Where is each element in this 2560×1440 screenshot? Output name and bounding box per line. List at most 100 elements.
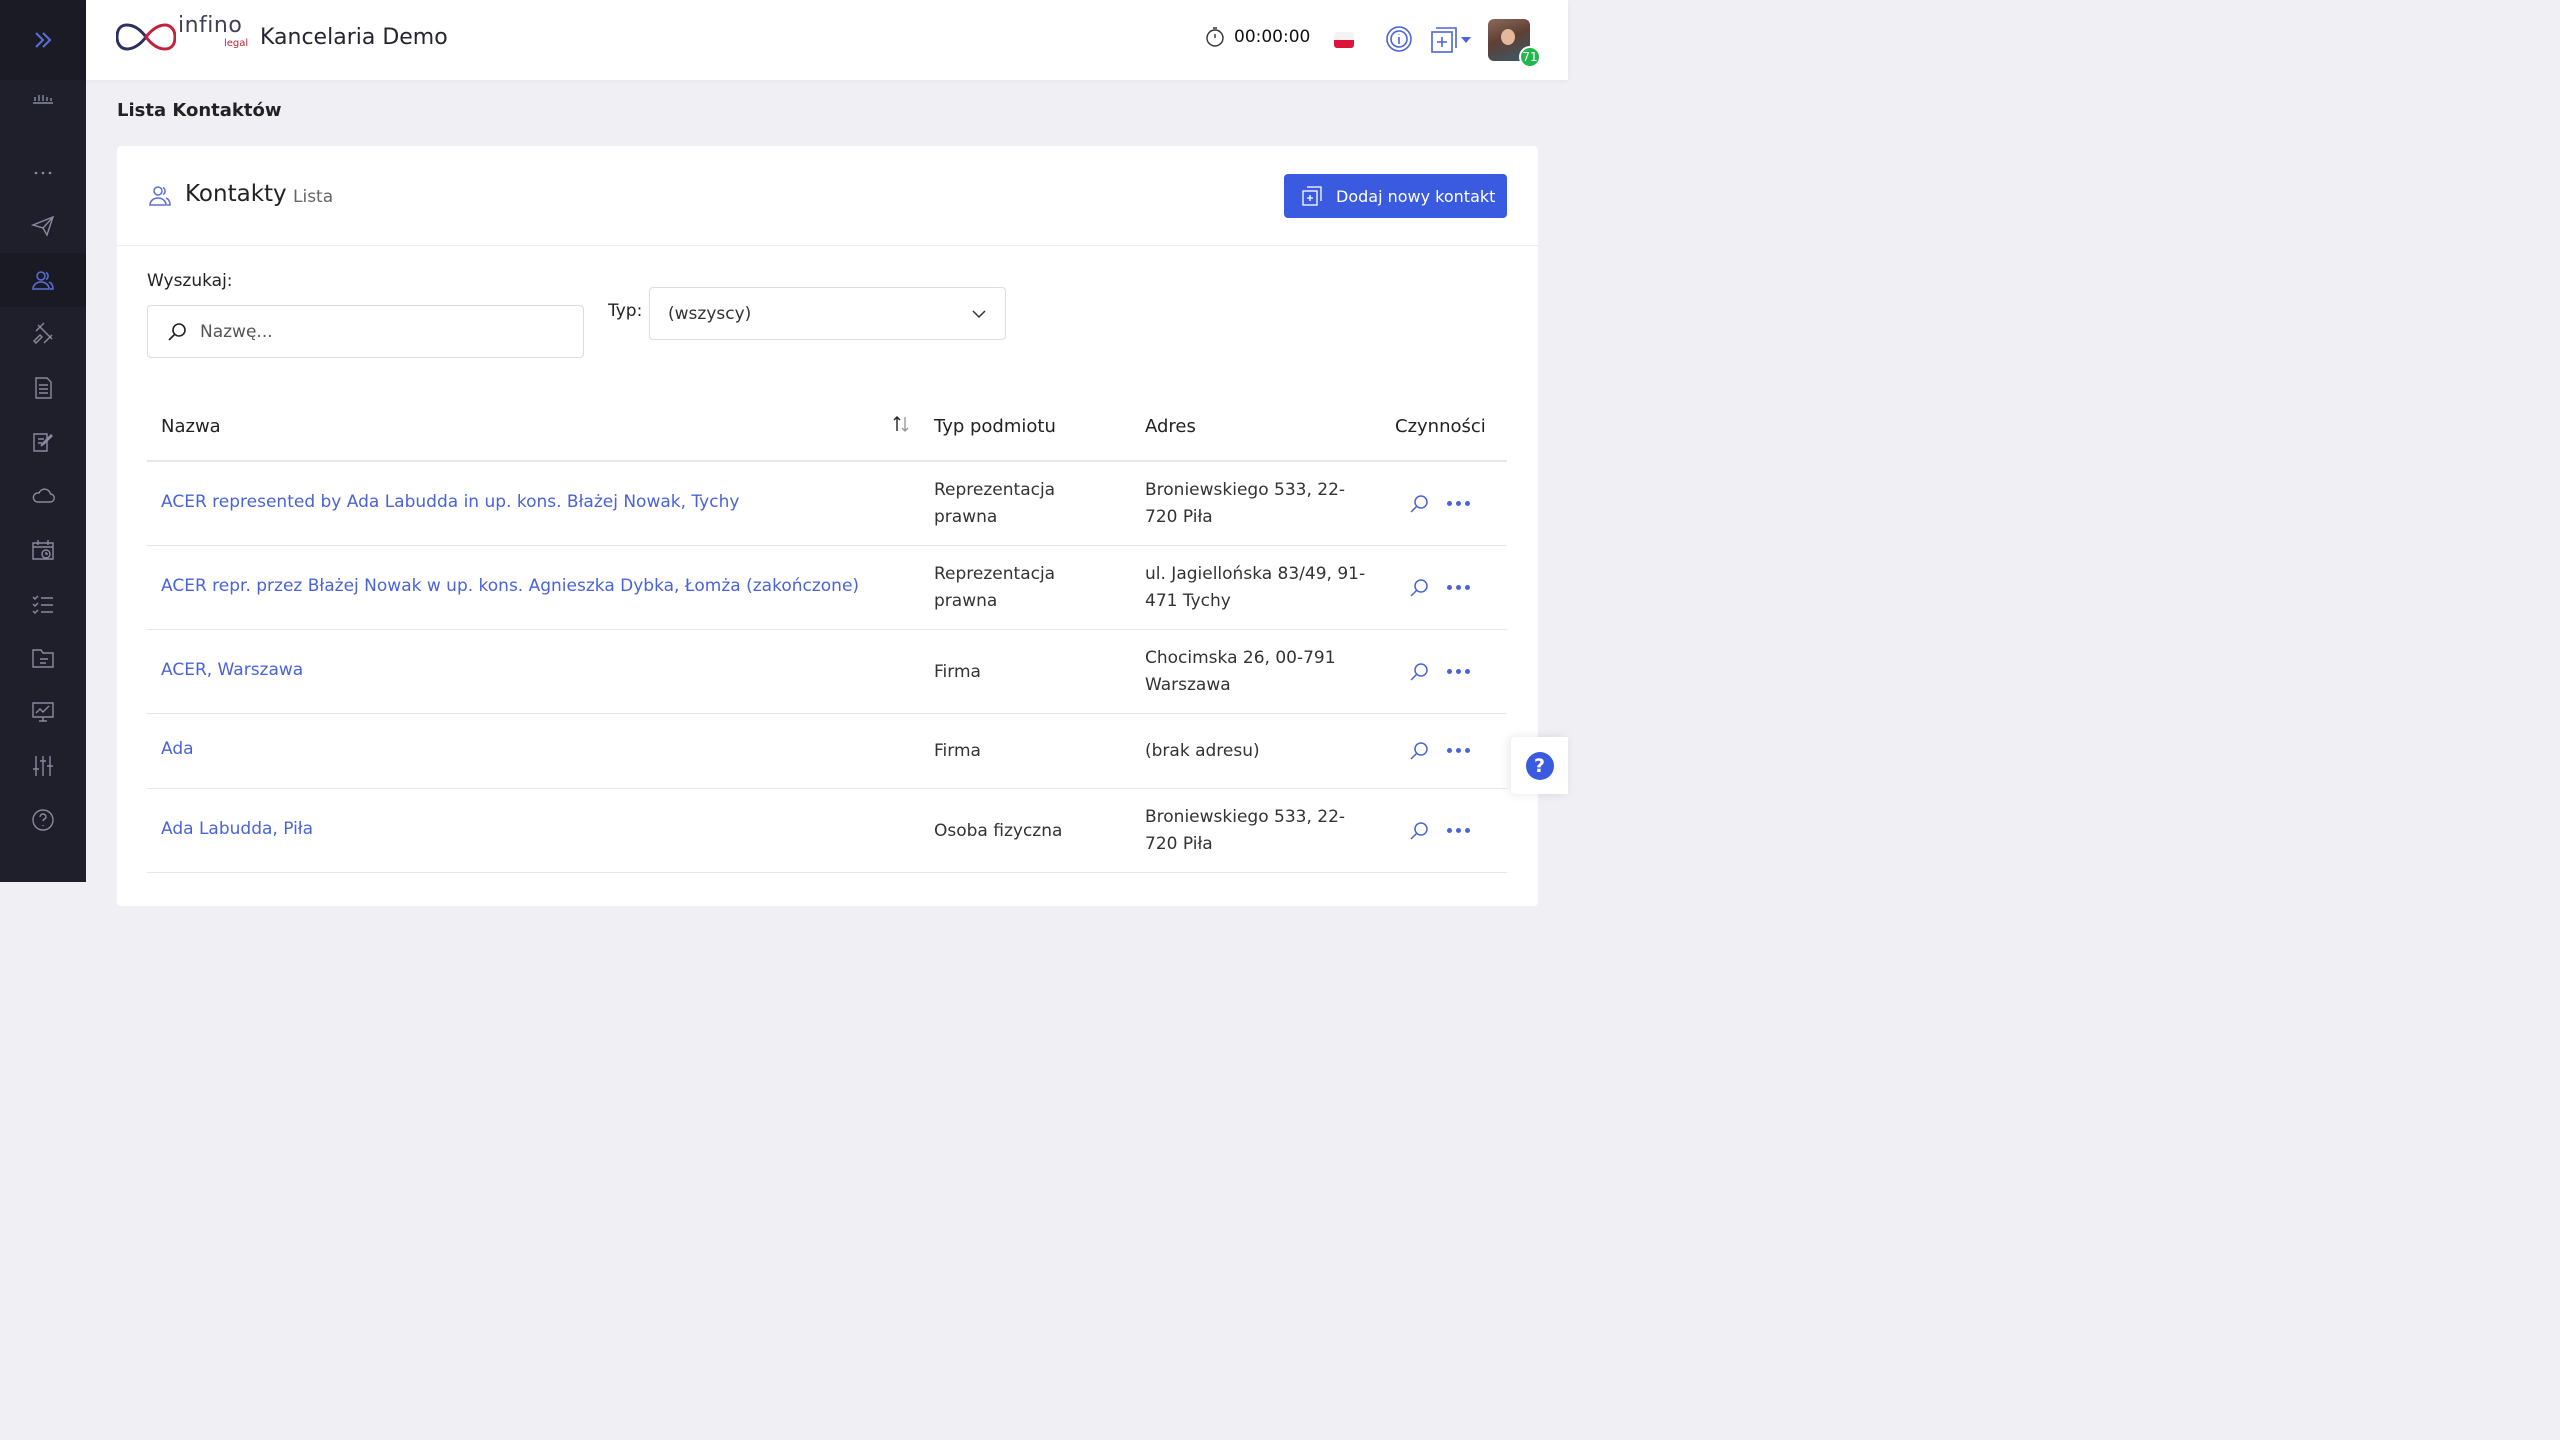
dashboard-icon [33,95,53,104]
folder-icon [32,649,54,668]
caret-down-icon [1461,37,1471,43]
more-actions-icon[interactable] [1447,585,1470,590]
checklist-icon [32,595,53,614]
sidebar-item-settings[interactable] [0,739,86,793]
document-icon [35,377,52,399]
plus-square-icon [1431,27,1457,53]
double-chevron-right-icon [35,32,52,48]
contact-type: Osoba fizyczna [934,821,1063,841]
table-row: Ada Firma (brak adresu) [147,714,1507,789]
sidebar-item-cases[interactable] [0,307,86,361]
contact-name-link[interactable]: ACER, Warszawa [161,660,303,680]
type-filter-value: (wszyscy) [668,303,752,324]
logo-text: infino [178,13,243,38]
sidebar-item-cloud[interactable] [0,469,86,523]
view-contact-search-icon[interactable] [1408,740,1430,762]
sort-icon[interactable] [891,414,911,434]
page-title: Lista Kontaktów [117,100,282,121]
stopwatch-icon [1206,27,1224,47]
sidebar-item-tasks[interactable] [0,577,86,631]
chevron-down-icon [972,309,986,318]
gavel-icon [33,322,53,344]
column-header-name[interactable]: Nazwa [161,416,221,437]
search-label: Wyszukaj: [147,271,233,291]
view-contact-search-icon[interactable] [1408,820,1430,842]
sidebar-item-contacts[interactable] [0,253,86,307]
contact-name-link[interactable]: ACER represented by Ada Labudda in up. k… [161,492,739,512]
cloud-icon [32,488,55,503]
contact-name-link[interactable]: Ada [161,739,194,759]
contact-address: Chocimska 26, 00-791 Warszawa [1145,648,1336,695]
view-contact-search-icon[interactable] [1408,661,1430,683]
type-filter-label: Typ: [608,301,643,321]
language-flag-icon[interactable] [1334,32,1354,48]
plus-square-icon [1302,186,1322,206]
timer-value: 00:00:00 [1234,27,1311,47]
more-actions-icon[interactable] [1447,501,1470,506]
search-input[interactable] [200,321,580,342]
logo-subtext: legal [224,38,249,49]
infinity-logo-icon [116,23,176,51]
user-avatar[interactable]: 71 [1488,19,1541,68]
contact-name-link[interactable]: Ada Labudda, Piła [161,819,313,839]
more-actions-icon[interactable] [1447,748,1470,753]
notification-badge: 71 [1519,46,1541,68]
help-question-icon: ? [1525,751,1554,780]
info-circle-icon[interactable] [1384,24,1414,54]
sidebar-item-reports[interactable] [0,685,86,739]
view-contact-search-icon[interactable] [1408,577,1430,599]
contact-address: (brak adresu) [1145,741,1260,761]
calendar-clock-icon [32,540,54,560]
sidebar-item-dashboard[interactable] [0,76,86,116]
type-filter-select[interactable]: (wszyscy) [649,287,1006,340]
app-title: Kancelaria Demo [260,25,448,50]
table-row: ACER, Warszawa Firma Chocimska 26, 00-79… [147,630,1507,714]
sliders-icon [33,756,53,776]
sidebar-item-calendar[interactable] [0,523,86,577]
quick-add-menu[interactable] [1430,26,1472,54]
sidebar-item-documents[interactable] [0,361,86,415]
card-header: Kontakty Lista Dodaj nowy kontakt [117,146,1538,246]
card-title: Kontakty [185,181,287,207]
more-horizontal-icon [34,171,52,175]
chart-monitor-icon [32,702,54,722]
contact-address: Broniewskiego 533, 22- 720 Piła [1145,807,1346,854]
sidebar-item-more[interactable] [0,146,86,200]
contact-type: Reprezentacja prawna [934,564,1056,611]
add-contact-label: Dodaj nowy kontakt [1336,186,1496,206]
users-icon [149,186,171,206]
users-icon [32,271,54,290]
question-circle-icon [32,809,54,831]
edit-document-icon [33,433,53,452]
paper-plane-icon [30,215,55,237]
search-field[interactable] [147,305,584,358]
sidebar-item-messages[interactable] [0,199,86,253]
sidebar [0,0,86,882]
more-actions-icon[interactable] [1447,669,1470,674]
app-logo[interactable]: infino legal [116,13,248,57]
sidebar-item-help[interactable] [0,793,86,847]
add-contact-button[interactable]: Dodaj nowy kontakt [1284,174,1507,218]
floating-help-button[interactable]: ? [1511,737,1568,794]
sidebar-expand-button[interactable] [0,0,86,80]
more-actions-icon[interactable] [1447,828,1470,833]
column-header-actions: Czynności [1395,416,1486,437]
contact-address: ul. Jagiellońska 83/49, 91- 471 Tychy [1145,564,1366,611]
column-header-address: Adres [1145,416,1196,437]
contact-address: Broniewskiego 533, 22- 720 Piła [1145,480,1346,527]
search-icon [168,322,186,341]
table-row: ACER represented by Ada Labudda in up. k… [147,462,1507,546]
table-row: ACER repr. przez Błażej Nowak w up. kons… [147,546,1507,630]
contact-type: Reprezentacja prawna [934,480,1056,527]
contact-type: Firma [934,662,981,682]
column-header-type[interactable]: Typ podmiotu [934,416,1056,437]
time-tracker[interactable]: 00:00:00 [1204,26,1310,48]
table-row: Ada Labudda, Piła Osoba fizyczna Broniew… [147,789,1507,873]
view-contact-search-icon[interactable] [1408,493,1430,515]
sidebar-item-notes[interactable] [0,415,86,469]
top-header: infino legal Kancelaria Demo 00:00:00 71 [86,0,1568,80]
contact-type: Firma [934,741,981,761]
contact-name-link[interactable]: ACER repr. przez Błażej Nowak w up. kons… [161,576,859,596]
sidebar-item-files[interactable] [0,631,86,685]
card-subtitle: Lista [293,187,334,207]
